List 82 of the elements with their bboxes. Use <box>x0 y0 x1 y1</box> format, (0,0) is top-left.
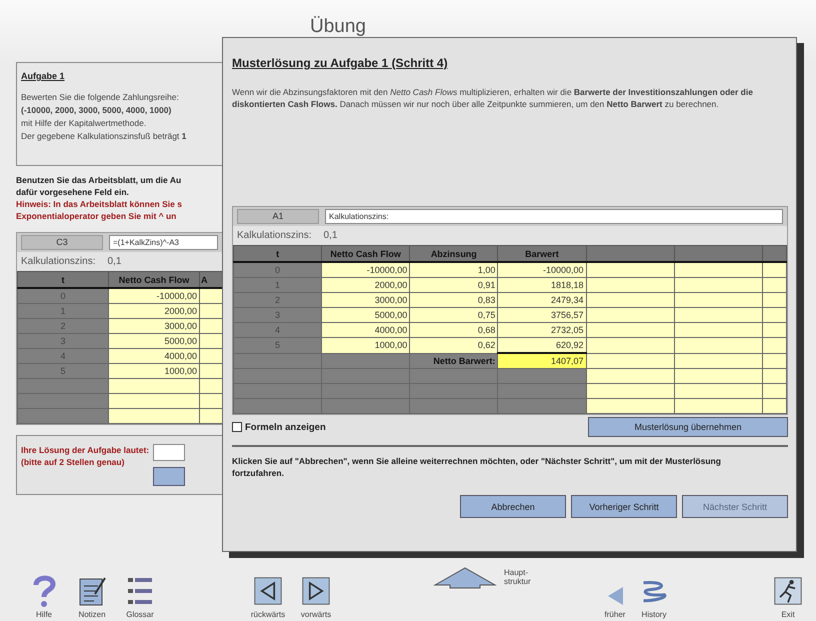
table-cell: 3756,57 <box>498 308 586 322</box>
column-header: Abzinsung <box>410 246 498 262</box>
table-cell: 1,00 <box>410 262 498 278</box>
dialog-button[interactable]: Vorheriger Schritt <box>571 495 677 518</box>
table-cell: 5 <box>234 338 322 353</box>
toolbar-label: Hilfe <box>36 610 52 619</box>
table-cell: 0,83 <box>410 292 498 308</box>
formula-field[interactable]: Kalkulationszins: <box>325 209 783 224</box>
column-header: Netto Cash Flow <box>322 246 410 262</box>
total-cell[interactable]: 1407,07 <box>498 353 586 368</box>
table-cell: 5 <box>18 364 108 378</box>
hint-text: Exponentialoperator geben Sie mit ^ un <box>16 210 178 222</box>
rate-label: Kalkulationszins: <box>21 256 96 267</box>
column-header: t <box>18 272 108 288</box>
adopt-solution-button[interactable]: Musterlösung übernehmen <box>588 417 788 437</box>
answer-label: Ihre Lösung der Aufgabe lautet: <box>21 444 150 456</box>
table-cell: 1000,00 <box>108 364 200 378</box>
table-cell: 0,68 <box>410 322 498 338</box>
table-cell: -10000,00 <box>498 262 586 278</box>
column-header: Barwert <box>498 246 586 262</box>
cell-reference: A1 <box>237 209 319 224</box>
submit-button[interactable] <box>153 467 186 486</box>
table-cell: 3000,00 <box>322 292 410 308</box>
table-cell: 2732,05 <box>498 322 586 338</box>
task-text: (-10000, 2000, 3000, 5000, 4000, 1000) <box>21 105 172 115</box>
table-cell: 2479,34 <box>498 292 586 308</box>
table-cell: 2000,00 <box>108 304 200 318</box>
instruction-text: Benutzen Sie das Arbeitsblatt, um die Au <box>16 174 182 186</box>
table-cell: 5000,00 <box>108 334 200 348</box>
table-cell: 2000,00 <box>322 278 410 292</box>
table-cell: 3 <box>234 308 322 322</box>
task-text: Der gegebene Kalkulationszinsfuß beträgt 1 <box>21 131 188 141</box>
table-cell: 1000,00 <box>322 338 410 353</box>
table-cell: -10000,00 <box>322 262 410 278</box>
table-cell: 4 <box>234 322 322 338</box>
page-title: Übung <box>310 16 366 38</box>
toolbar-label: früher <box>604 610 626 619</box>
explanation-text: Wenn wir die Abzinsungsfaktoren mit den Netto Cash Flows multiplizieren, erhalten wir die Barwerte der Investitionszahlungen oder die diskontierten Cash Flows. Danach müssen wir nur noch über alle Zeitpunkte summieren, um den Netto Barwert zu berechnen. <box>232 86 754 110</box>
instruction-text: Klicken Sie auf "Abbrechen", wenn Sie alleine weiterrechnen möchten, oder "Nächster Schritt", um mit der Musterlösung fortzufahren. <box>232 455 722 479</box>
rate-label: Kalkulationszins: <box>237 230 312 241</box>
table-cell: 5000,00 <box>322 308 410 322</box>
table-cell: 4 <box>18 348 108 364</box>
table-cell: 1 <box>18 304 108 318</box>
formula-field[interactable]: =(1+KalkZins)^-A3 <box>109 235 218 250</box>
dialog-title: Musterlösung zu Aufgabe 1 (Schritt 4) <box>232 56 448 70</box>
table-cell: 3 <box>18 334 108 348</box>
table-cell: 0,62 <box>410 338 498 353</box>
task-heading: Aufgabe 1 <box>21 71 66 81</box>
task-text: mit Hilfe der Kapitalwertmethode. <box>21 118 148 128</box>
table-cell: 2 <box>18 318 108 334</box>
toolbar-label: Exit <box>781 610 795 619</box>
table-cell: 2 <box>234 292 322 308</box>
rate-value: 0,1 <box>107 256 122 267</box>
table-cell: -10000,00 <box>108 288 200 304</box>
toolbar-label: Haupt-struktur <box>504 568 532 586</box>
toolbar-label: History <box>642 610 666 619</box>
table-cell: 0 <box>18 288 108 304</box>
table-cell: 4000,00 <box>322 322 410 338</box>
toolbar-label: Notizen <box>78 610 106 619</box>
answer-note: (bitte auf 2 Stellen genau) <box>21 456 126 468</box>
toolbar-label: vorwärts <box>300 610 332 619</box>
table-cell: 0 <box>234 262 322 278</box>
table-cell: 3000,00 <box>108 318 200 334</box>
total-label: Netto Barwert: <box>410 353 498 368</box>
table-cell: 0,91 <box>410 278 498 292</box>
task-text: Bewerten Sie die folgende Zahlungsreihe: <box>21 92 180 102</box>
checkbox-label: Formeln anzeigen <box>245 422 326 432</box>
hint-text: Hinweis: In das Arbeitsblatt können Sie s <box>16 198 183 210</box>
answer-field[interactable] <box>153 444 186 462</box>
checkbox[interactable] <box>232 422 242 432</box>
toolbar-label: rückwärts <box>250 610 286 619</box>
table-cell: 1 <box>234 278 322 292</box>
cell-reference: C3 <box>21 235 103 250</box>
table-cell: 4000,00 <box>108 348 200 364</box>
table-cell: 1818,18 <box>498 278 586 292</box>
column-header: t <box>234 246 322 262</box>
instruction-text: dafür vorgesehene Feld ein. <box>16 186 130 198</box>
dialog-button[interactable]: Abbrechen <box>460 495 566 518</box>
column-header: Netto Cash Flow <box>108 272 200 288</box>
table-cell: 0,75 <box>410 308 498 322</box>
rate-value: 0,1 <box>323 230 338 241</box>
toolbar-label: Glossar <box>126 610 154 619</box>
